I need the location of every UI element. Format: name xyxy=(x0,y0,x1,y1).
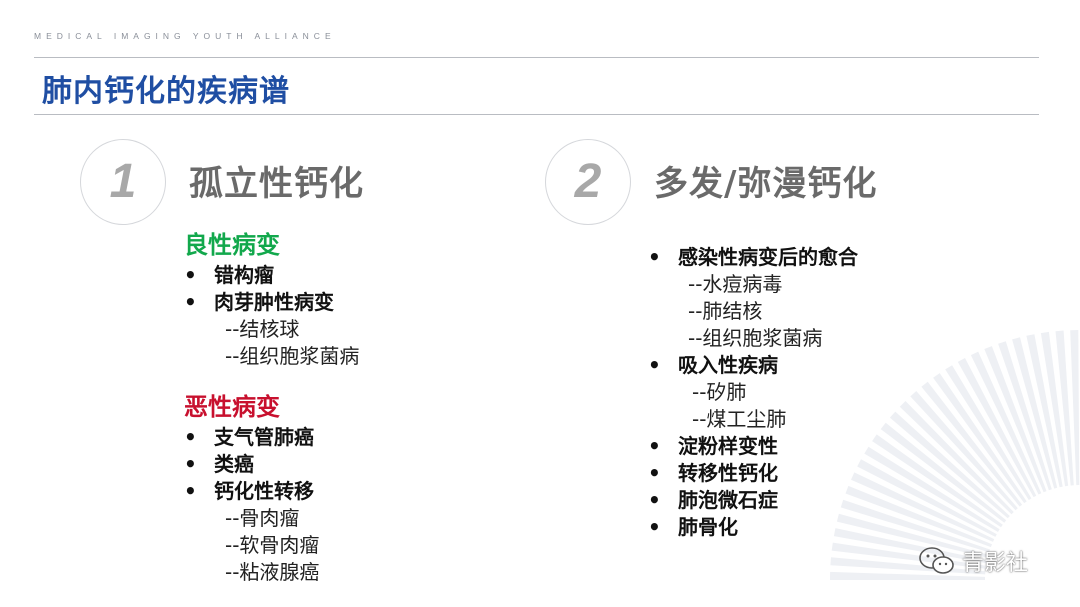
list-subitem: --水痘病毒 xyxy=(688,272,783,296)
list-item: 淀粉样变性 xyxy=(648,433,858,460)
watermark: 青影社 xyxy=(918,545,1028,577)
list-subitem: --组织胞浆菌病 xyxy=(225,344,360,368)
list-subitem: --煤工尘肺 xyxy=(692,407,787,431)
list-subitem: --肺结核 xyxy=(688,299,763,323)
list-subitem: --组织胞浆菌病 xyxy=(688,326,823,350)
list-item: 感染性病变后的愈合 xyxy=(648,244,858,271)
watermark-text: 青影社 xyxy=(962,551,1029,576)
section-1-number-circle: 1 xyxy=(80,139,166,225)
section-2-number: 2 xyxy=(574,155,602,208)
list-item: 吸入性疾病 xyxy=(648,352,858,379)
list-item: 支气管肺癌 xyxy=(184,424,359,451)
section-1-number: 1 xyxy=(109,155,137,208)
list-item: 错构瘤 xyxy=(184,262,359,289)
section-1-content: 良性病变 错构瘤 肉芽肿性病变 --结核球 --组织胞浆菌病 恶性病变 支气管肺… xyxy=(184,228,359,586)
list-subitem: --软骨肉瘤 xyxy=(225,533,320,557)
section-2-content: 感染性病变后的愈合 --水痘病毒 --肺结核 --组织胞浆菌病 吸入性疾病 --… xyxy=(648,244,858,541)
list-item: 肺泡微石症 xyxy=(648,487,858,514)
list-subitem: --粘液腺癌 xyxy=(225,560,320,584)
list-item: 钙化性转移 xyxy=(184,478,359,505)
slide-title: 肺内钙化的疾病谱 xyxy=(42,74,290,109)
benign-heading: 良性病变 xyxy=(184,231,280,259)
list-item: 类癌 xyxy=(184,451,359,478)
list-subitem: --矽肺 xyxy=(692,380,747,404)
list-item: 肉芽肿性病变 xyxy=(184,289,359,316)
list-item: 肺骨化 xyxy=(648,514,858,541)
section-1-title: 孤立性钙化 xyxy=(189,164,364,204)
section-2-number-circle: 2 xyxy=(545,139,631,225)
section-2-title: 多发/弥漫钙化 xyxy=(654,164,878,204)
malignant-heading: 恶性病变 xyxy=(184,393,280,421)
list-item: 转移性钙化 xyxy=(648,460,858,487)
wechat-icon xyxy=(919,547,954,574)
organization-tagline: MEDICAL IMAGING YOUTH ALLIANCE xyxy=(34,31,336,41)
top-divider xyxy=(34,57,1039,58)
list-subitem: --骨肉瘤 xyxy=(225,506,300,530)
title-divider xyxy=(34,114,1039,115)
list-subitem: --结核球 xyxy=(225,317,300,341)
